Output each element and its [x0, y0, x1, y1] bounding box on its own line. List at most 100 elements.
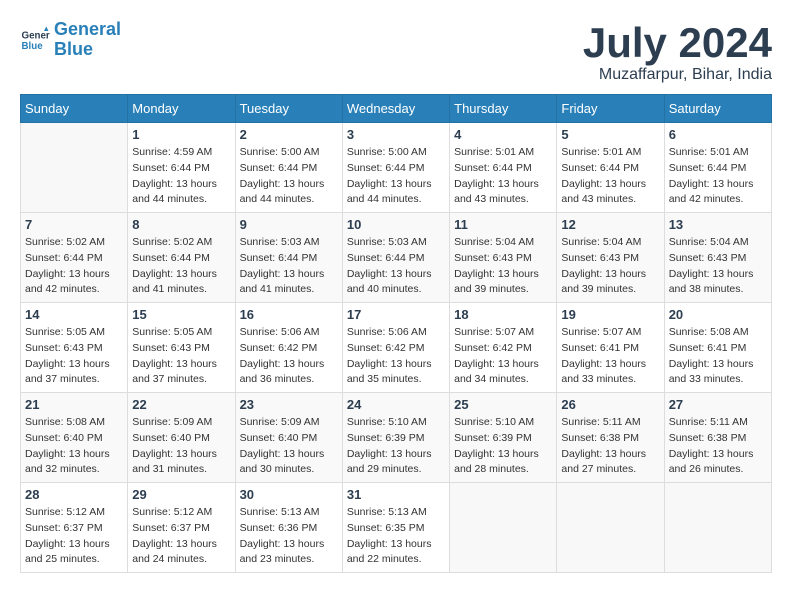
calendar-table: SundayMondayTuesdayWednesdayThursdayFrid… [20, 94, 772, 573]
day-info: Sunrise: 5:06 AM Sunset: 6:42 PM Dayligh… [347, 325, 445, 388]
logo-line2: Blue [54, 39, 93, 59]
day-info: Sunrise: 5:05 AM Sunset: 6:43 PM Dayligh… [25, 325, 123, 388]
weekday-header: Saturday [664, 95, 771, 123]
day-info: Sunrise: 5:10 AM Sunset: 6:39 PM Dayligh… [454, 415, 552, 478]
day-number: 28 [25, 487, 123, 502]
calendar-cell: 21Sunrise: 5:08 AM Sunset: 6:40 PM Dayli… [21, 393, 128, 483]
svg-text:General: General [22, 30, 51, 41]
day-number: 26 [561, 397, 659, 412]
day-info: Sunrise: 5:00 AM Sunset: 6:44 PM Dayligh… [240, 145, 338, 208]
day-info: Sunrise: 5:07 AM Sunset: 6:42 PM Dayligh… [454, 325, 552, 388]
calendar-cell: 5Sunrise: 5:01 AM Sunset: 6:44 PM Daylig… [557, 123, 664, 213]
calendar-cell: 12 Sunrise: 5:04 AM Sunset: 6:43 PM Dayli… [557, 213, 664, 303]
day-info: Sunrise: 5:12 AM Sunset: 6:37 PM Dayligh… [132, 505, 230, 568]
day-number: 20 [669, 307, 767, 322]
calendar-cell: 29 Sunrise: 5:12 AM Sunset: 6:37 PM Dayli… [128, 483, 235, 573]
logo-line1: General [54, 19, 121, 39]
day-number: 3 [347, 127, 445, 142]
calendar-cell: 4 Sunrise: 5:01 AM Sunset: 6:44 PM Daylig… [450, 123, 557, 213]
day-info: Sunrise: 5:12 AM Sunset: 6:37 PM Dayligh… [25, 505, 123, 568]
day-number: 25 [454, 397, 552, 412]
day-number: 30 [240, 487, 338, 502]
day-info: Sunrise: 5:02 AM Sunset: 6:44 PM Dayligh… [25, 235, 123, 298]
day-info: Sunrise: 5:04 AM Sunset: 6:43 PM Dayligh… [561, 235, 659, 298]
calendar-cell: 18 Sunrise: 5:07 AM Sunset: 6:42 PM Dayli… [450, 303, 557, 393]
title-block: July 2024 Muzaffarpur, Bihar, India [583, 20, 772, 84]
logo: General Blue General Blue [20, 20, 121, 60]
day-number: 15 [132, 307, 230, 322]
day-number: 13 [669, 217, 767, 232]
day-number: 2 [240, 127, 338, 142]
day-number: 7 [25, 217, 123, 232]
location: Muzaffarpur, Bihar, India [583, 66, 772, 84]
day-number: 8 [132, 217, 230, 232]
day-info: Sunrise: 5:07 AM Sunset: 6:41 PM Dayligh… [561, 325, 659, 388]
day-info: Sunrise: 5:01 AM Sunset: 6:44 PM Dayligh… [669, 145, 767, 208]
day-info: Sunrise: 5:09 AM Sunset: 6:40 PM Dayligh… [240, 415, 338, 478]
calendar-week-row: 7 Sunrise: 5:02 AM Sunset: 6:44 PM Daylig… [21, 213, 772, 303]
calendar-cell: 17 Sunrise: 5:06 AM Sunset: 6:42 PM Dayli… [342, 303, 449, 393]
calendar-week-row: 1 Sunrise: 4:59 AM Sunset: 6:44 PM Daylig… [21, 123, 772, 213]
calendar-week-row: 14 Sunrise: 5:05 AM Sunset: 6:43 PM Dayli… [21, 303, 772, 393]
day-info: Sunrise: 5:04 AM Sunset: 6:43 PM Dayligh… [669, 235, 767, 298]
day-info: Sunrise: 5:11 AM Sunset: 6:38 PM Dayligh… [669, 415, 767, 478]
calendar-cell: 22Sunrise: 5:09 AM Sunset: 6:40 PM Dayli… [128, 393, 235, 483]
calendar-cell: 1 Sunrise: 4:59 AM Sunset: 6:44 PM Daylig… [128, 123, 235, 213]
day-number: 21 [25, 397, 123, 412]
calendar-cell: 30 Sunrise: 5:13 AM Sunset: 6:36 PM Dayli… [235, 483, 342, 573]
day-number: 18 [454, 307, 552, 322]
day-info: Sunrise: 5:13 AM Sunset: 6:35 PM Dayligh… [347, 505, 445, 568]
calendar-cell: 10 Sunrise: 5:03 AM Sunset: 6:44 PM Dayli… [342, 213, 449, 303]
calendar-cell: 13 Sunrise: 5:04 AM Sunset: 6:43 PM Dayli… [664, 213, 771, 303]
day-number: 29 [132, 487, 230, 502]
weekday-header: Friday [557, 95, 664, 123]
day-info: Sunrise: 5:05 AM Sunset: 6:43 PM Dayligh… [132, 325, 230, 388]
calendar-cell: 31Sunrise: 5:13 AM Sunset: 6:35 PM Dayli… [342, 483, 449, 573]
day-number: 1 [132, 127, 230, 142]
day-info: Sunrise: 5:00 AM Sunset: 6:44 PM Dayligh… [347, 145, 445, 208]
day-number: 16 [240, 307, 338, 322]
day-info: Sunrise: 5:02 AM Sunset: 6:44 PM Dayligh… [132, 235, 230, 298]
day-number: 11 [454, 217, 552, 232]
day-info: Sunrise: 5:03 AM Sunset: 6:44 PM Dayligh… [347, 235, 445, 298]
weekday-header: Monday [128, 95, 235, 123]
svg-text:Blue: Blue [22, 41, 44, 52]
calendar-cell: 19 Sunrise: 5:07 AM Sunset: 6:41 PM Dayli… [557, 303, 664, 393]
day-number: 5 [561, 127, 659, 142]
day-number: 4 [454, 127, 552, 142]
day-number: 17 [347, 307, 445, 322]
day-info: Sunrise: 5:09 AM Sunset: 6:40 PM Dayligh… [132, 415, 230, 478]
calendar-cell: 27 Sunrise: 5:11 AM Sunset: 6:38 PM Dayli… [664, 393, 771, 483]
day-number: 14 [25, 307, 123, 322]
day-info: Sunrise: 5:10 AM Sunset: 6:39 PM Dayligh… [347, 415, 445, 478]
calendar-cell: 28 Sunrise: 5:12 AM Sunset: 6:37 PM Dayli… [21, 483, 128, 573]
day-info: Sunrise: 5:06 AM Sunset: 6:42 PM Dayligh… [240, 325, 338, 388]
day-number: 27 [669, 397, 767, 412]
day-info: Sunrise: 5:11 AM Sunset: 6:38 PM Dayligh… [561, 415, 659, 478]
day-info: Sunrise: 5:13 AM Sunset: 6:36 PM Dayligh… [240, 505, 338, 568]
calendar-cell: 8 Sunrise: 5:02 AM Sunset: 6:44 PM Daylig… [128, 213, 235, 303]
calendar-week-row: 21Sunrise: 5:08 AM Sunset: 6:40 PM Dayli… [21, 393, 772, 483]
day-info: Sunrise: 5:03 AM Sunset: 6:44 PM Dayligh… [240, 235, 338, 298]
calendar-week-row: 28 Sunrise: 5:12 AM Sunset: 6:37 PM Dayli… [21, 483, 772, 573]
logo-text: General Blue [54, 20, 121, 60]
calendar-cell: 25 Sunrise: 5:10 AM Sunset: 6:39 PM Dayli… [450, 393, 557, 483]
day-info: Sunrise: 5:01 AM Sunset: 6:44 PM Dayligh… [454, 145, 552, 208]
calendar-cell: 9 Sunrise: 5:03 AM Sunset: 6:44 PM Daylig… [235, 213, 342, 303]
calendar-cell: 15 Sunrise: 5:05 AM Sunset: 6:43 PM Dayli… [128, 303, 235, 393]
day-number: 10 [347, 217, 445, 232]
calendar-cell: 3 Sunrise: 5:00 AM Sunset: 6:44 PM Daylig… [342, 123, 449, 213]
page-header: General Blue General Blue July 2024 Muza… [20, 20, 772, 84]
calendar-cell: 11Sunrise: 5:04 AM Sunset: 6:43 PM Dayli… [450, 213, 557, 303]
weekday-header: Wednesday [342, 95, 449, 123]
month-title: July 2024 [583, 20, 772, 66]
day-number: 19 [561, 307, 659, 322]
day-number: 9 [240, 217, 338, 232]
day-number: 12 [561, 217, 659, 232]
calendar-cell [557, 483, 664, 573]
calendar-cell: 20Sunrise: 5:08 AM Sunset: 6:41 PM Dayli… [664, 303, 771, 393]
day-info: Sunrise: 4:59 AM Sunset: 6:44 PM Dayligh… [132, 145, 230, 208]
calendar-cell: 7 Sunrise: 5:02 AM Sunset: 6:44 PM Daylig… [21, 213, 128, 303]
calendar-cell [21, 123, 128, 213]
weekday-header: Tuesday [235, 95, 342, 123]
